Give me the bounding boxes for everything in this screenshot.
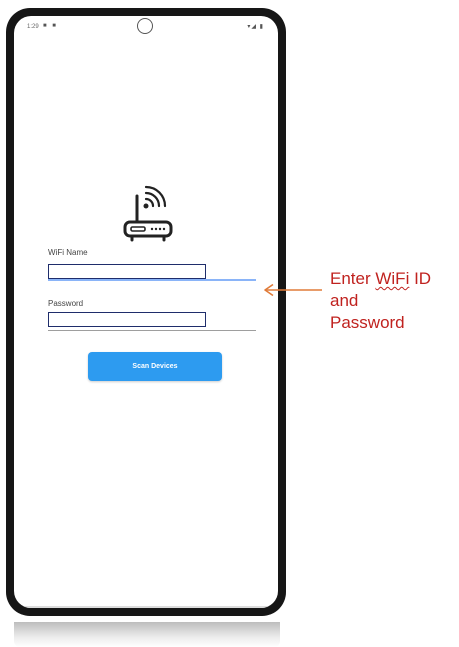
signal-battery-icon: ▾◢ ▮ [247, 24, 264, 30]
notification-icons: ■ ■ [43, 23, 58, 29]
phone-frame: 1:29 ■ ■ ▾◢ ▮ WiFi Name Password Scan De… [6, 8, 286, 616]
callout-wifi-word: WiFi [375, 269, 410, 288]
callout-line-1-suffix: ID [409, 269, 432, 288]
password-input[interactable] [48, 312, 206, 327]
phone-reflection [14, 622, 280, 647]
callout-arrow-icon [264, 283, 322, 297]
front-camera [137, 18, 153, 34]
callout-line-3: Password [330, 313, 405, 332]
wifi-router-icon [123, 185, 173, 242]
callout-line-1: Enter WiFi ID [330, 268, 455, 290]
status-time: 1:29 [27, 24, 39, 30]
annotation-callout: Enter WiFi ID and Password [330, 268, 455, 334]
wifi-name-label: WiFi Name [48, 248, 88, 257]
password-label: Password [48, 299, 84, 308]
status-bar: 1:29 ■ ■ ▾◢ ▮ [14, 16, 278, 36]
callout-line-1-prefix: Enter [330, 269, 376, 288]
scan-devices-button[interactable]: Scan Devices [88, 352, 222, 381]
phone-screen: 1:29 ■ ■ ▾◢ ▮ WiFi Name Password Scan De… [14, 16, 278, 608]
wifi-name-input[interactable] [48, 264, 206, 279]
screen-bottom-edge [14, 606, 278, 608]
wifi-name-underline [48, 279, 256, 281]
callout-line-2: and [330, 291, 359, 310]
password-underline [48, 330, 256, 331]
